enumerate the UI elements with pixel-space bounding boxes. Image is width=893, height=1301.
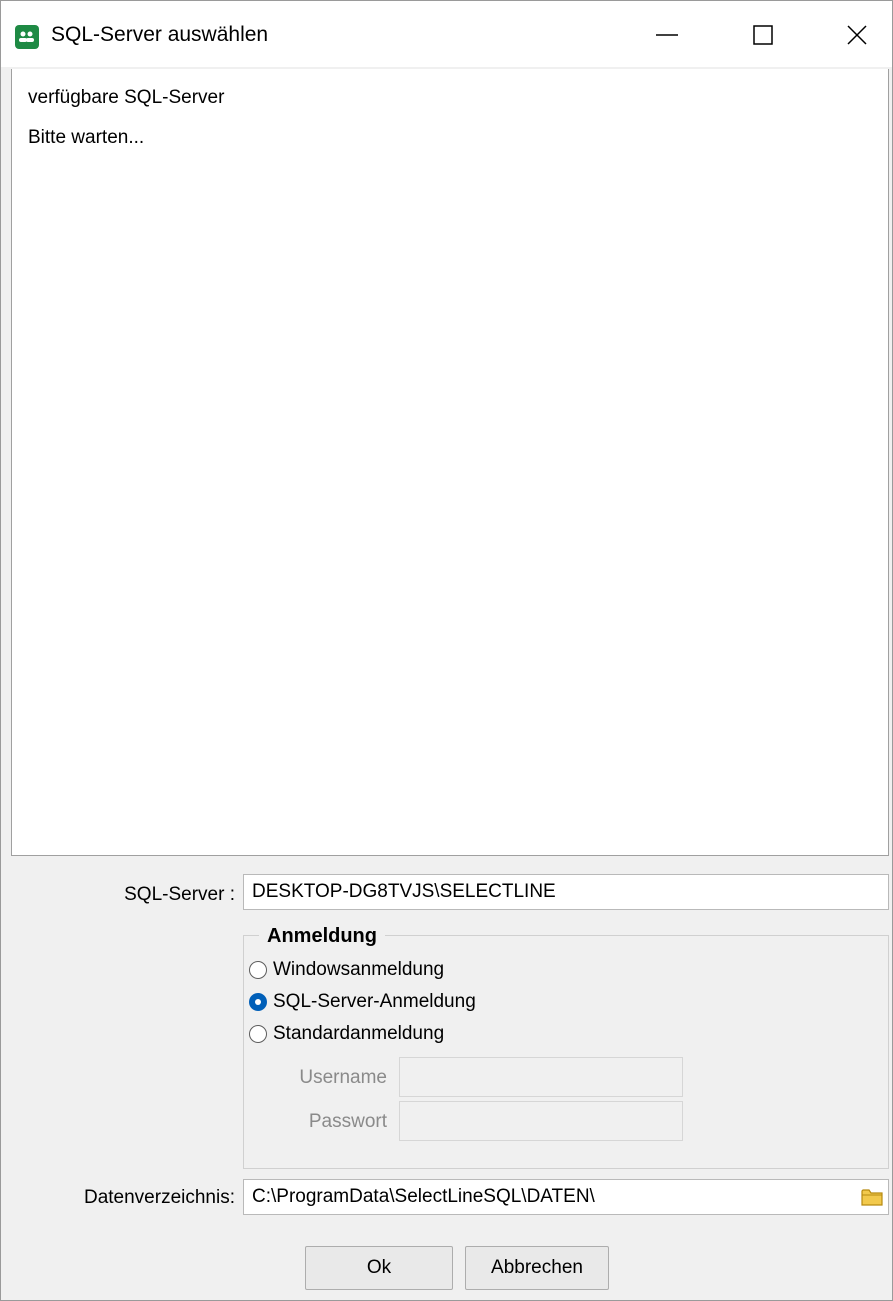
minimize-button[interactable] [637, 13, 697, 57]
minimize-icon [656, 34, 678, 36]
username-label: Username [299, 1067, 387, 1088]
app-users-icon [15, 25, 39, 49]
ok-button[interactable]: Ok [305, 1246, 453, 1290]
data-directory-input[interactable]: C:\ProgramData\SelectLineSQL\DATEN\ [243, 1179, 889, 1215]
server-list[interactable]: verfügbare SQL-Server Bitte warten... [11, 69, 889, 856]
radio-label: Windowsanmeldung [273, 959, 445, 980]
data-directory-label: Datenverzeichnis: [83, 1187, 235, 1208]
radio-sql-server-login[interactable]: SQL-Server-Anmeldung [249, 991, 476, 1013]
username-input[interactable] [399, 1057, 683, 1097]
window-title: SQL-Server auswählen [51, 23, 269, 46]
password-input[interactable] [399, 1101, 683, 1141]
close-button[interactable] [827, 13, 887, 57]
close-icon [847, 25, 867, 45]
title-bar[interactable]: SQL-Server auswählen [1, 1, 892, 67]
radio-windows-login[interactable]: Windowsanmeldung [249, 959, 444, 981]
radio-label: Standardanmeldung [273, 1023, 445, 1044]
sql-server-input[interactable]: DESKTOP-DG8TVJS\SELECTLINE [243, 874, 889, 910]
maximize-button[interactable] [733, 13, 793, 57]
radio-button[interactable] [249, 961, 267, 979]
login-group-title: Anmeldung [259, 925, 385, 948]
radio-label: SQL-Server-Anmeldung [273, 991, 476, 1012]
folder-icon [861, 1189, 883, 1206]
server-list-header: verfügbare SQL-Server [28, 87, 225, 108]
radio-button[interactable] [249, 1025, 267, 1043]
password-label: Passwort [308, 1111, 387, 1132]
radio-standard-login[interactable]: Standardanmeldung [249, 1023, 444, 1045]
cancel-button[interactable]: Abbrechen [465, 1246, 609, 1290]
maximize-icon [753, 25, 773, 45]
sql-server-label: SQL-Server : [124, 884, 235, 905]
folder-browse-button[interactable] [861, 1187, 883, 1207]
radio-button-checked[interactable] [249, 993, 267, 1011]
server-list-status: Bitte warten... [28, 127, 145, 148]
dialog-window: SQL-Server auswählen verfügbare SQL-Serv… [0, 0, 893, 1301]
